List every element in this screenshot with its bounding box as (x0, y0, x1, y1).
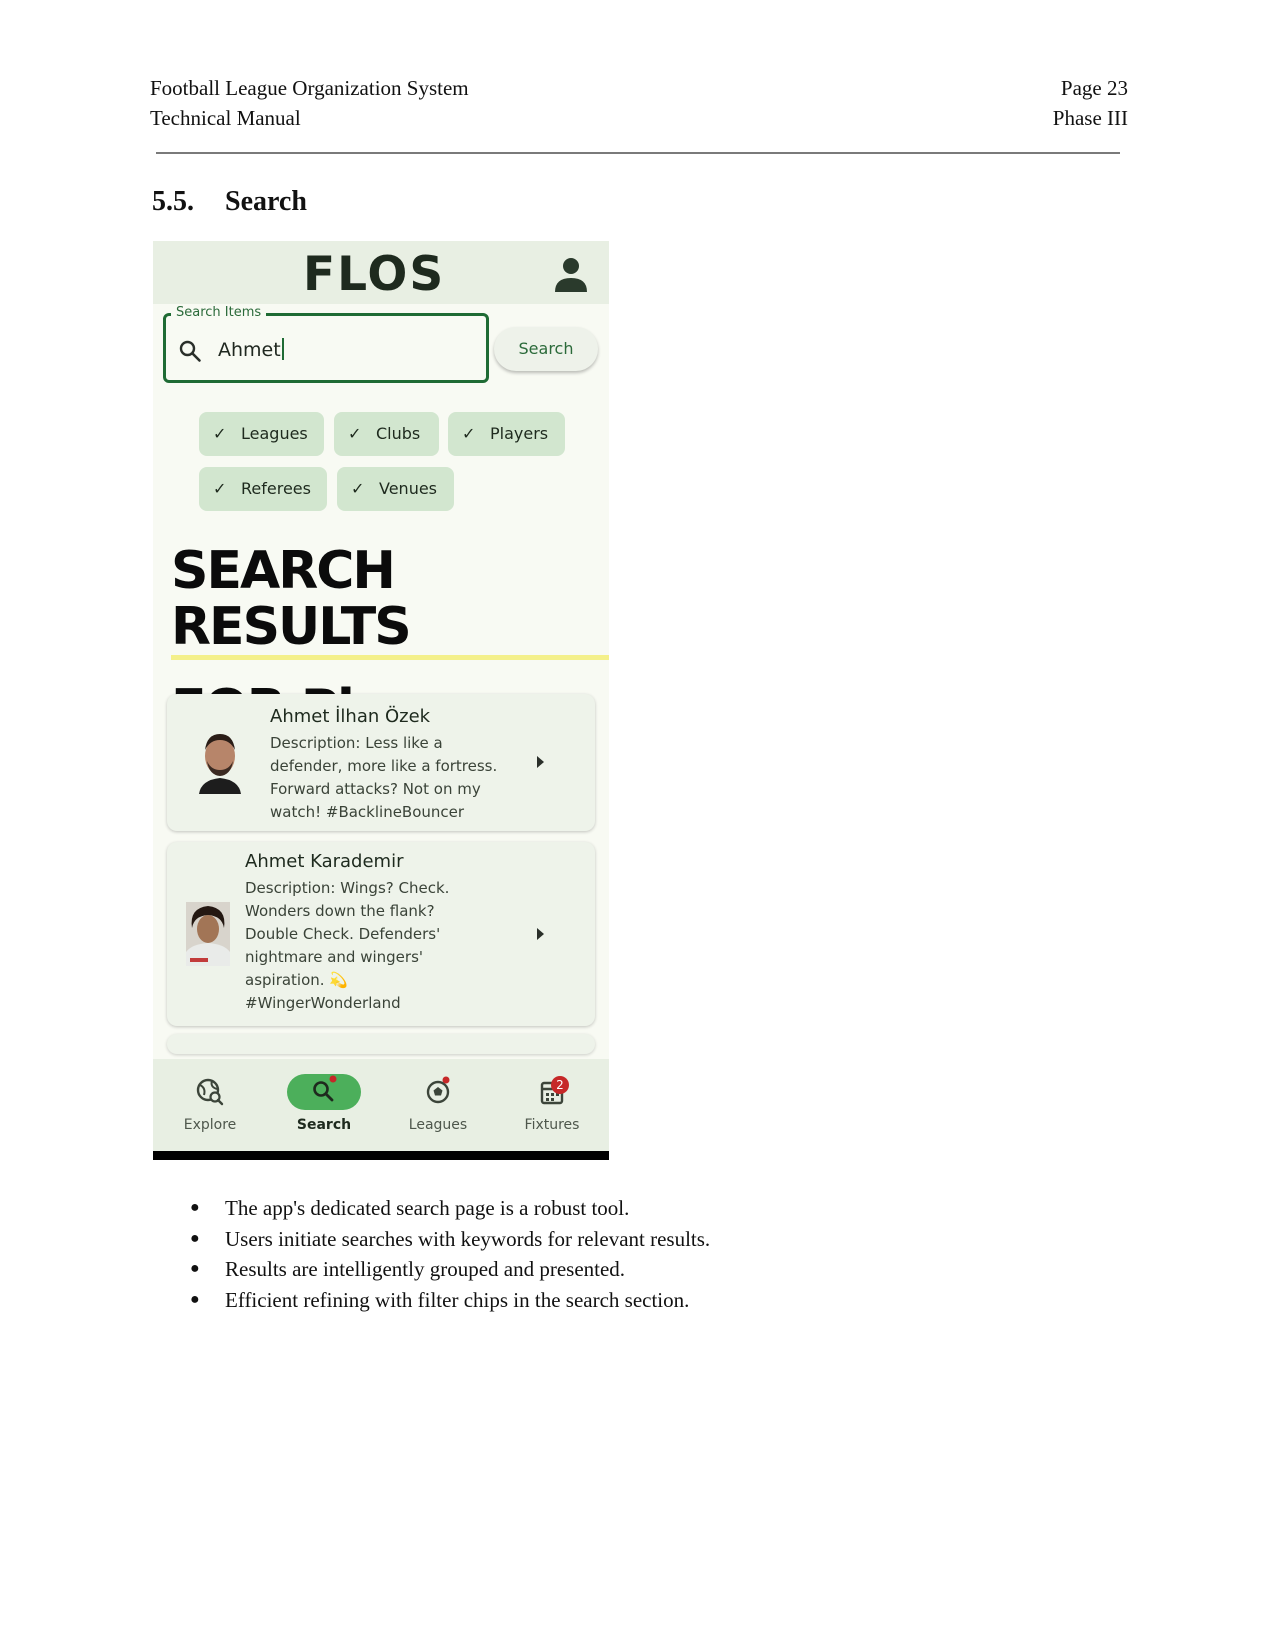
document-header-left: Football League Organization System Tech… (150, 73, 469, 133)
document-subtitle: Technical Manual (150, 106, 301, 130)
notification-badge: 2 (551, 1076, 569, 1094)
chevron-right-icon (537, 928, 544, 940)
check-icon: ✓ (213, 424, 227, 443)
bullet-item: ● Results are intelligently grouped and p… (190, 1254, 710, 1285)
bullet-item: ● Efficient refining with filter chips in… (190, 1285, 710, 1316)
check-icon: ✓ (351, 479, 365, 498)
check-icon: ✓ (462, 424, 476, 443)
section-number: 5.5. (152, 186, 194, 217)
search-icon (313, 1075, 337, 1102)
nav-label: Explore (183, 1117, 237, 1133)
search-input[interactable] (163, 313, 489, 383)
player-name: Ahmet Karademir (245, 851, 404, 872)
bullet-icon: ● (190, 1199, 200, 1216)
document-title: Football League Organization System (150, 76, 469, 100)
player-name: Ahmet İlhan Özek (270, 706, 431, 727)
search-input-value[interactable]: Ahmet (218, 338, 284, 361)
bullet-item: ● The app's dedicated search page is a ro… (190, 1193, 710, 1224)
nav-item-leagues[interactable]: Leagues (381, 1059, 495, 1151)
app-logo: FLOS (303, 247, 446, 302)
app-screenshot: FLOS Search Items Ahmet Search ✓ Leagues … (153, 241, 609, 1160)
gesture-bar (153, 1151, 609, 1160)
search-icon (179, 340, 201, 362)
explore-icon (196, 1078, 224, 1106)
nav-item-search[interactable]: Search (267, 1059, 381, 1151)
filter-chip-clubs[interactable]: ✓ Clubs (334, 412, 439, 456)
filter-chip-leagues[interactable]: ✓ Leagues (199, 412, 324, 456)
chevron-right-icon (537, 756, 544, 768)
player-description: Description: Wings? Check. Wonders down … (245, 879, 450, 1012)
nav-label: Fixtures (524, 1117, 580, 1133)
filter-chip-venues[interactable]: ✓ Venues (337, 467, 454, 511)
search-button[interactable]: Search (494, 327, 598, 371)
filter-chip-players[interactable]: ✓ Players (448, 412, 565, 456)
search-field-label: Search Items (171, 305, 267, 320)
nav-label: Leagues (408, 1117, 468, 1133)
bullet-icon: ● (190, 1229, 200, 1247)
check-icon: ✓ (213, 479, 227, 498)
text-caret (281, 338, 284, 360)
player-avatar (197, 728, 243, 794)
player-description: Description: Less like a defender, more … (270, 734, 498, 821)
results-heading-line-1: SEARCH RESULTS (171, 543, 609, 660)
check-icon: ✓ (348, 424, 362, 443)
document-header-right: Page 23 Phase III (1053, 73, 1128, 133)
nav-item-explore[interactable]: Explore (153, 1059, 267, 1151)
feature-bullet-list: ● The app's dedicated search page is a ro… (190, 1193, 710, 1315)
header-divider (156, 152, 1120, 154)
nav-item-fixtures[interactable]: Fixtures (495, 1059, 609, 1151)
soccer-ball-icon (426, 1076, 450, 1104)
bullet-icon: ● (190, 1260, 200, 1277)
app-top-bar: FLOS (153, 241, 609, 304)
section-heading: 5.5. Search (152, 186, 307, 218)
bottom-navigation: Explore Search Leagues Fixtures 2 (153, 1059, 609, 1151)
result-card[interactable]: Ahmet İlhan Özek Description: Less like … (167, 694, 595, 831)
bullet-icon: ● (190, 1290, 200, 1308)
filter-chip-referees[interactable]: ✓ Referees (199, 467, 327, 511)
nav-label: Search (296, 1117, 352, 1133)
bullet-item: ● Users initiate searches with keywords f… (190, 1224, 710, 1255)
result-card-partial[interactable] (167, 1034, 595, 1054)
phase-label: Phase III (1052, 106, 1128, 130)
page-number: Page 23 (1060, 76, 1128, 100)
profile-icon[interactable] (551, 254, 591, 294)
result-card[interactable]: Ahmet Karademir Description: Wings? Chec… (167, 842, 595, 1026)
player-avatar (186, 902, 230, 966)
section-title: Search (225, 186, 307, 217)
